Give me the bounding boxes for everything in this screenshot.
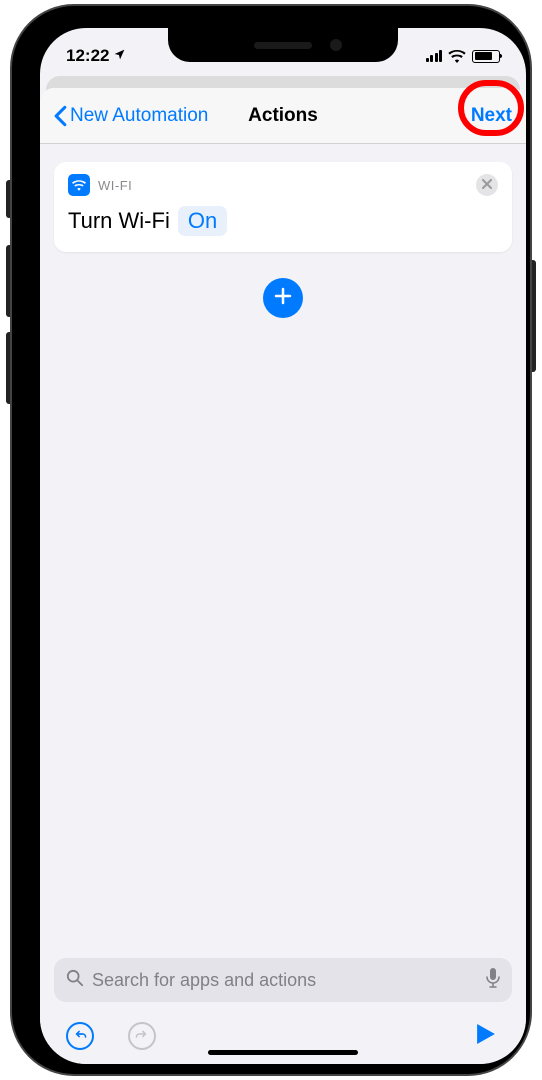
back-label: New Automation [70,105,208,127]
mic-icon[interactable] [486,968,500,993]
action-parameter[interactable]: On [178,206,227,236]
cellular-icon [426,50,443,62]
remove-action-button[interactable] [476,174,498,196]
status-time: 12:22 [66,46,109,66]
wifi-icon [448,50,466,63]
next-button[interactable]: Next [471,105,512,127]
modal-sheet: New Automation Actions Next WI [40,88,526,1064]
search-icon [66,969,84,992]
battery-icon [472,50,500,63]
location-icon [113,46,126,66]
run-button[interactable] [470,1020,502,1052]
home-indicator[interactable] [208,1050,358,1055]
wifi-app-icon [68,174,90,196]
chevron-left-icon [54,105,67,127]
phone-frame: 12:22 [12,6,530,1074]
plus-icon [273,286,293,311]
back-button[interactable]: New Automation [54,105,208,127]
action-card[interactable]: WI-FI Turn Wi-Fi On [54,162,512,252]
action-text: Turn Wi-Fi [68,208,170,234]
redo-icon [135,1027,149,1045]
nav-bar: New Automation Actions Next [40,88,526,144]
screen: 12:22 [40,28,526,1064]
page-title: Actions [248,105,318,127]
search-bar[interactable] [54,958,512,1002]
search-input[interactable] [92,970,478,991]
add-action-button[interactable] [263,278,303,318]
toolbar [40,1012,526,1064]
undo-button[interactable] [64,1020,96,1052]
redo-button [126,1020,158,1052]
close-icon [482,176,492,194]
action-app-label: WI-FI [98,178,132,193]
notch [168,28,398,62]
play-icon [477,1024,495,1049]
undo-icon [73,1027,87,1045]
content-area: WI-FI Turn Wi-Fi On [40,144,526,958]
